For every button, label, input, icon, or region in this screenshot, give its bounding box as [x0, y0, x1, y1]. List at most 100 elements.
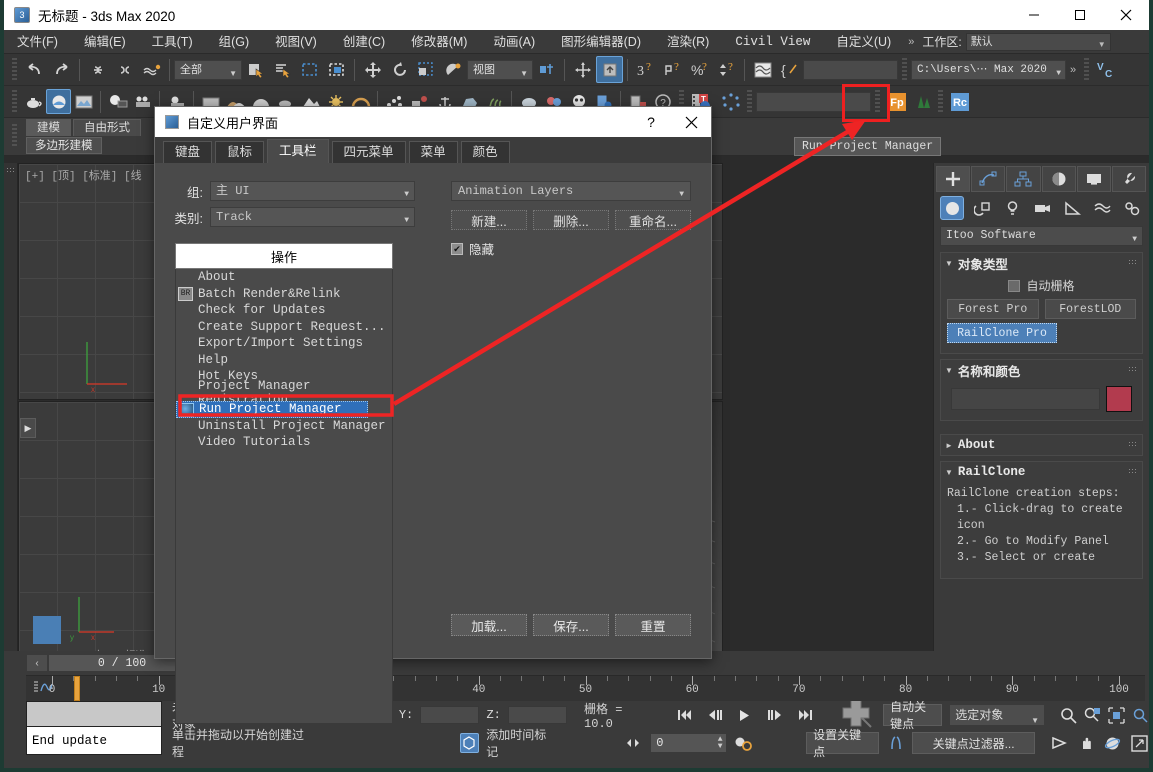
menu-file[interactable]: 文件(F)	[4, 30, 71, 54]
save-button[interactable]: 保存...	[533, 614, 609, 636]
menu-views[interactable]: 视图(V)	[262, 30, 330, 54]
rollout-drag-dots[interactable]	[1128, 441, 1137, 448]
list-item[interactable]: Project Manager Registration	[176, 385, 392, 402]
dialog-tab-mouse[interactable]: 鼠标	[215, 141, 264, 163]
maximize-button[interactable]	[1057, 0, 1103, 30]
menu-modifiers[interactable]: 修改器(M)	[398, 30, 480, 54]
toolbar-grip[interactable]	[12, 58, 17, 82]
dialog-help-button[interactable]: ?	[631, 107, 671, 137]
placement-icon[interactable]	[440, 56, 467, 83]
helpers-icon[interactable]	[1060, 196, 1084, 220]
ribbon-grip[interactable]	[12, 124, 17, 148]
toolbar-grip[interactable]	[12, 90, 17, 114]
percent-snap-icon[interactable]: ?	[659, 56, 686, 83]
list-item[interactable]: Video Tutorials	[176, 434, 392, 451]
load-button[interactable]: 加载...	[451, 614, 527, 636]
autogrid-row[interactable]: 自动栅格	[947, 277, 1136, 294]
list-item[interactable]: Uninstall Project Manager	[176, 418, 392, 435]
utilities-tab[interactable]	[1112, 166, 1146, 192]
modify-tab[interactable]	[971, 166, 1005, 192]
geometry-icon[interactable]	[940, 196, 964, 220]
project-path-combo[interactable]: C:\Users\⋯ Max 2020 ▼	[911, 60, 1066, 80]
current-frame-spinner[interactable]: 0 ▲▼	[650, 733, 726, 753]
rollout-railclone-header[interactable]: ▼ RailClone	[941, 462, 1142, 482]
pan-icon[interactable]	[1076, 733, 1096, 753]
y-field[interactable]	[420, 706, 479, 724]
orbit-icon[interactable]	[1103, 733, 1123, 753]
menu-civil-view[interactable]: Civil View	[722, 30, 823, 54]
menu-create[interactable]: 创建(C)	[330, 30, 398, 54]
angle-snap-icon[interactable]: 3?	[632, 56, 659, 83]
dialog-tab-colors[interactable]: 颜色	[461, 141, 510, 163]
go-to-start-icon[interactable]	[673, 704, 697, 726]
use-center-icon[interactable]	[533, 56, 560, 83]
rollout-drag-dots[interactable]	[1128, 366, 1137, 373]
snaps-toggle-icon[interactable]	[596, 56, 623, 83]
select-by-name-icon[interactable]	[269, 56, 296, 83]
toolbar-grip[interactable]	[747, 90, 752, 114]
dialog-tab-keyboard[interactable]: 键盘	[163, 141, 212, 163]
select-link-icon[interactable]	[84, 56, 111, 83]
toolbar-select-combo[interactable]: Animation Layers ▼	[451, 181, 691, 201]
loading-dots-icon[interactable]	[718, 89, 743, 114]
object-name-input[interactable]	[951, 388, 1100, 410]
toolbar-overflow-chevron[interactable]: »	[1066, 64, 1080, 76]
toolbar-blank-field[interactable]	[803, 60, 898, 80]
maximize-viewport-icon[interactable]	[1129, 733, 1149, 753]
viewport-expand-button[interactable]: ▶	[20, 418, 36, 438]
toolbar-grip[interactable]	[1084, 58, 1089, 82]
listener-input-pane[interactable]: End update	[26, 727, 162, 755]
render-setup-icon[interactable]	[105, 89, 130, 114]
select-move-icon[interactable]	[359, 56, 386, 83]
rect-selection-region-icon[interactable]	[296, 56, 323, 83]
railclone-pro-button[interactable]: RailClone Pro	[947, 323, 1057, 343]
cameras-icon[interactable]	[1030, 196, 1054, 220]
menu-rendering[interactable]: 渲染(R)	[654, 30, 722, 54]
workspace-selector[interactable]: 工作区: 默认 ▼	[922, 33, 1110, 51]
menu-tools[interactable]: 工具(T)	[139, 30, 206, 54]
hierarchy-tab[interactable]	[1006, 166, 1040, 192]
go-to-end-icon[interactable]	[793, 704, 817, 726]
forest-pro-button[interactable]: Forest Pro	[947, 299, 1039, 319]
menu-customize[interactable]: 自定义(U)	[823, 30, 904, 54]
list-item[interactable]: BR Batch Render&Relink	[176, 286, 392, 303]
dialog-tab-menus[interactable]: 菜单	[409, 141, 458, 163]
menu-overflow-chevron[interactable]: »	[904, 36, 918, 48]
zoom-extents-icon[interactable]	[1108, 705, 1125, 725]
list-item[interactable]: Check for Updates	[176, 302, 392, 319]
auto-key-button[interactable]: 自动关键点	[883, 704, 942, 726]
redo-icon[interactable]	[48, 56, 75, 83]
list-item[interactable]: About	[176, 269, 392, 286]
delete-toolbar-button[interactable]: 删除...	[533, 210, 609, 230]
list-item[interactable]: Help	[176, 352, 392, 369]
action-list-header[interactable]: 操作	[175, 243, 393, 269]
group-combo[interactable]: 主 UI ▼	[210, 181, 415, 201]
lights-icon[interactable]	[1000, 196, 1024, 220]
reset-button[interactable]: 重置	[615, 614, 691, 636]
dialog-tab-quad-menus[interactable]: 四元菜单	[332, 141, 406, 163]
hide-checkbox[interactable]: ✔	[451, 243, 463, 255]
selection-set-combo[interactable]: 选定对象 ▼	[949, 704, 1045, 726]
named-selection-icon[interactable]: ?	[713, 56, 740, 83]
curve-editor-icon[interactable]: {	[776, 56, 803, 83]
ribbon-tab-freeform[interactable]: 自由形式	[73, 119, 141, 136]
menu-animation[interactable]: 动画(A)	[480, 30, 548, 54]
set-key-button[interactable]: 设置关键点	[806, 732, 879, 754]
viewport-top-label[interactable]: [+] [顶] [标准] [线	[25, 167, 142, 183]
new-toolbar-button[interactable]: 新建...	[451, 210, 527, 230]
prev-frame-button[interactable]: ‹	[26, 654, 48, 672]
ribbon-subtab-poly-modeling[interactable]: 多边形建模	[26, 137, 102, 154]
action-list[interactable]: About BR Batch Render&Relink Check for U…	[175, 269, 393, 724]
listener-output-pane[interactable]	[26, 701, 162, 727]
hide-checkbox-row[interactable]: ✔ 隐藏	[451, 239, 701, 258]
close-button[interactable]	[1103, 0, 1149, 30]
bind-space-warp-icon[interactable]	[138, 56, 165, 83]
toolbar-grip[interactable]	[902, 58, 907, 82]
selection-filter-combo[interactable]: 全部 ▼	[174, 60, 242, 80]
list-item[interactable]: Create Support Request...	[176, 319, 392, 336]
rollout-drag-dots[interactable]	[1128, 259, 1137, 266]
reference-coordinate-combo[interactable]: 视图 ▼	[467, 60, 533, 80]
rollout-about-header[interactable]: ► About	[941, 435, 1142, 455]
select-object-icon[interactable]	[242, 56, 269, 83]
systems-icon[interactable]	[1120, 196, 1144, 220]
